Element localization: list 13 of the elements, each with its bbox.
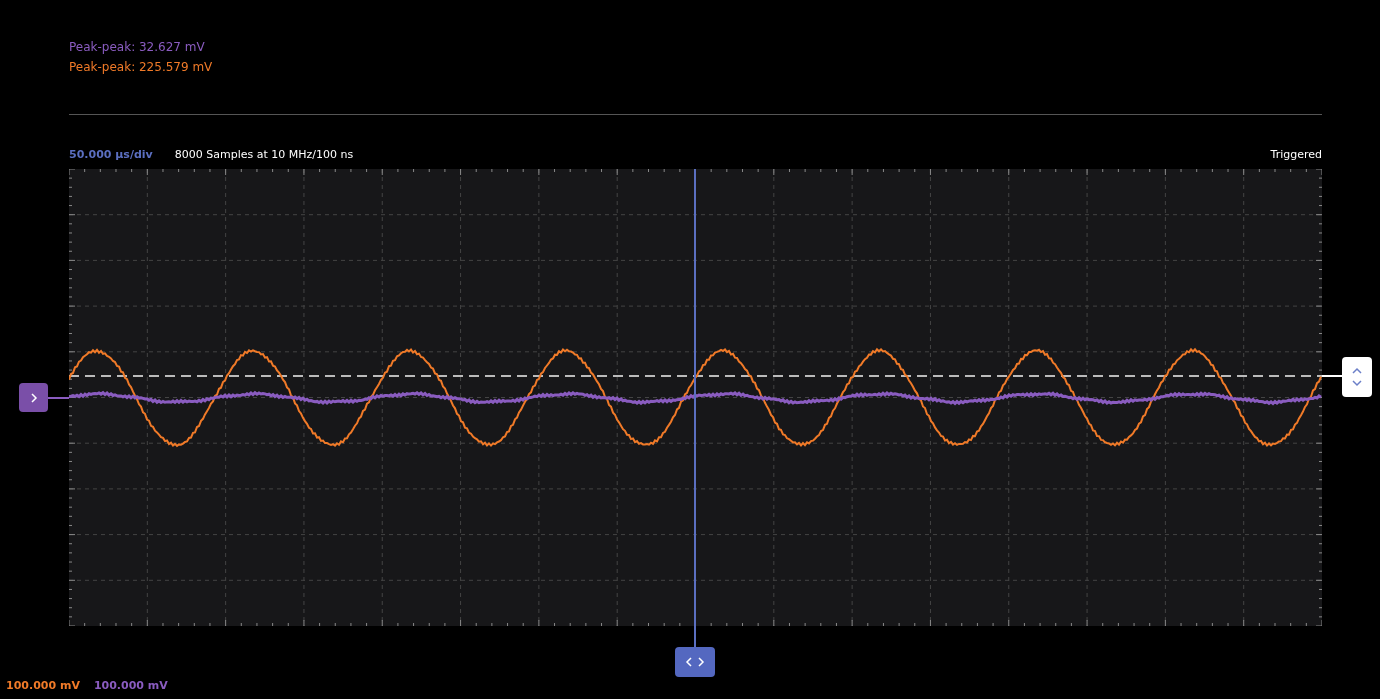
sample-info: 8000 Samples at 10 MHz/100 ns	[174, 147, 354, 161]
measurement-text: Peak-peak: 32.627 mV	[69, 40, 205, 54]
channel-scale-label: 100.000 mV	[93, 679, 168, 692]
up-down-chevron-icon	[1351, 365, 1363, 389]
timebase-label: 50.000 µs/div	[69, 147, 153, 161]
trigger-level-handle[interactable]	[1342, 357, 1372, 397]
left-right-chevron-icon	[684, 656, 706, 668]
channel-offset-handle[interactable]	[19, 383, 48, 412]
channel-scale-label: 100.000 mV	[6, 679, 80, 692]
trigger-status: Triggered	[1270, 147, 1322, 161]
time-cursor-handle[interactable]	[675, 647, 715, 677]
measurement-text: Peak-peak: 225.579 mV	[69, 60, 213, 74]
chevron-right-icon	[28, 391, 39, 404]
